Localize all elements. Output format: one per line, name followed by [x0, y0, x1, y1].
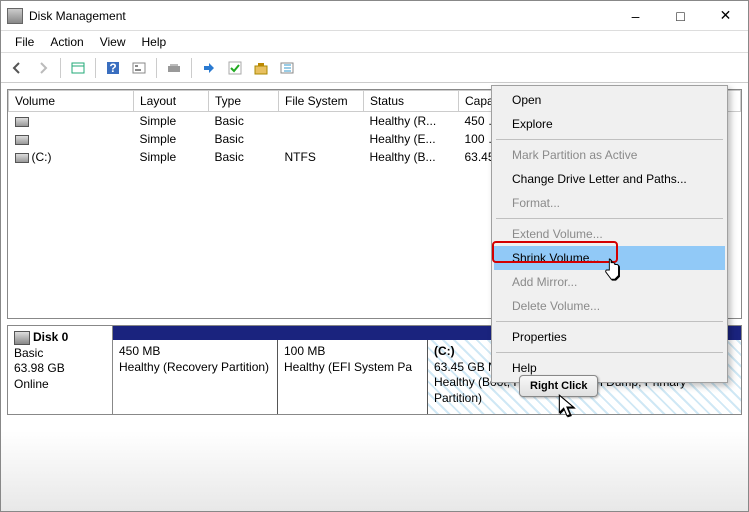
show-hide-button[interactable] — [66, 56, 90, 80]
menu-file[interactable]: File — [7, 33, 42, 51]
disk-icon — [14, 331, 30, 345]
ctx-properties[interactable]: Properties — [494, 325, 725, 349]
settings-button[interactable] — [127, 56, 151, 80]
partition[interactable]: 450 MB Healthy (Recovery Partition) — [113, 340, 278, 414]
toolbar-separator — [60, 58, 61, 78]
volume-icon — [15, 135, 29, 145]
refresh-button[interactable] — [162, 56, 186, 80]
ctx-format[interactable]: Format... — [494, 191, 725, 215]
cell-fs: NTFS — [279, 148, 364, 166]
cell-layout: Simple — [134, 148, 209, 166]
cell-type: Basic — [209, 112, 279, 131]
cell-status: Healthy (R... — [364, 112, 459, 131]
context-menu: Open Explore Mark Partition as Active Ch… — [491, 85, 728, 383]
col-type[interactable]: Type — [209, 91, 279, 112]
partition-size: 450 MB — [119, 344, 271, 360]
cell-status: Healthy (E... — [364, 130, 459, 148]
cell-status: Healthy (B... — [364, 148, 459, 166]
cell-type: Basic — [209, 148, 279, 166]
disk-type: Basic — [14, 346, 106, 362]
minimize-button[interactable]: – — [613, 1, 658, 30]
cell-type: Basic — [209, 130, 279, 148]
cell-layout: Simple — [134, 130, 209, 148]
volume-icon — [15, 117, 29, 127]
col-status[interactable]: Status — [364, 91, 459, 112]
cell-layout: Simple — [134, 112, 209, 131]
ctx-explore[interactable]: Explore — [494, 112, 725, 136]
col-volume[interactable]: Volume — [9, 91, 134, 112]
ctx-delete[interactable]: Delete Volume... — [494, 294, 725, 318]
wizard-button[interactable] — [249, 56, 273, 80]
partition-label: (C:) — [434, 344, 455, 358]
app-icon — [7, 8, 23, 24]
disk-info[interactable]: Disk 0 Basic 63.98 GB Online — [8, 326, 113, 414]
action-button[interactable] — [197, 56, 221, 80]
col-layout[interactable]: Layout — [134, 91, 209, 112]
ctx-open[interactable]: Open — [494, 88, 725, 112]
menu-bar: File Action View Help — [1, 31, 748, 53]
maximize-button[interactable]: □ — [658, 1, 703, 30]
bottom-filler — [1, 431, 748, 511]
forward-button[interactable] — [31, 56, 55, 80]
menu-view[interactable]: View — [92, 33, 134, 51]
partition[interactable]: 100 MB Healthy (EFI System Pa — [278, 340, 428, 414]
disk-size: 63.98 GB — [14, 361, 106, 377]
ctx-separator — [496, 321, 723, 322]
volume-icon — [15, 153, 29, 163]
disk-state: Online — [14, 377, 106, 393]
back-button[interactable] — [5, 56, 29, 80]
window-title: Disk Management — [29, 9, 613, 23]
help-button[interactable]: ? — [101, 56, 125, 80]
cell-fs — [279, 112, 364, 131]
right-click-tooltip: Right Click — [519, 375, 598, 397]
ctx-separator — [496, 139, 723, 140]
ctx-change-letter[interactable]: Change Drive Letter and Paths... — [494, 167, 725, 191]
close-button[interactable]: ✕ — [703, 1, 748, 30]
cell-fs — [279, 130, 364, 148]
toolbar-separator — [156, 58, 157, 78]
svg-text:?: ? — [109, 61, 116, 75]
ctx-separator — [496, 352, 723, 353]
col-filesystem[interactable]: File System — [279, 91, 364, 112]
properties-button[interactable] — [275, 56, 299, 80]
ctx-extend[interactable]: Extend Volume... — [494, 222, 725, 246]
menu-help[interactable]: Help — [134, 33, 175, 51]
partition-status: Healthy (Recovery Partition) — [119, 360, 271, 376]
apply-button[interactable] — [223, 56, 247, 80]
toolbar: ? — [1, 53, 748, 83]
ctx-mirror[interactable]: Add Mirror... — [494, 270, 725, 294]
ctx-separator — [496, 218, 723, 219]
window-controls: – □ ✕ — [613, 1, 748, 30]
toolbar-separator — [95, 58, 96, 78]
ctx-mark-active[interactable]: Mark Partition as Active — [494, 143, 725, 167]
partition-size: 100 MB — [284, 344, 421, 360]
ctx-shrink[interactable]: Shrink Volume... — [494, 246, 725, 270]
cell-volume: (C:) — [32, 150, 52, 164]
title-bar: Disk Management – □ ✕ — [1, 1, 748, 31]
toolbar-separator — [191, 58, 192, 78]
partition-status: Healthy (EFI System Pa — [284, 360, 421, 376]
disk-name: Disk 0 — [33, 330, 68, 344]
menu-action[interactable]: Action — [42, 33, 91, 51]
